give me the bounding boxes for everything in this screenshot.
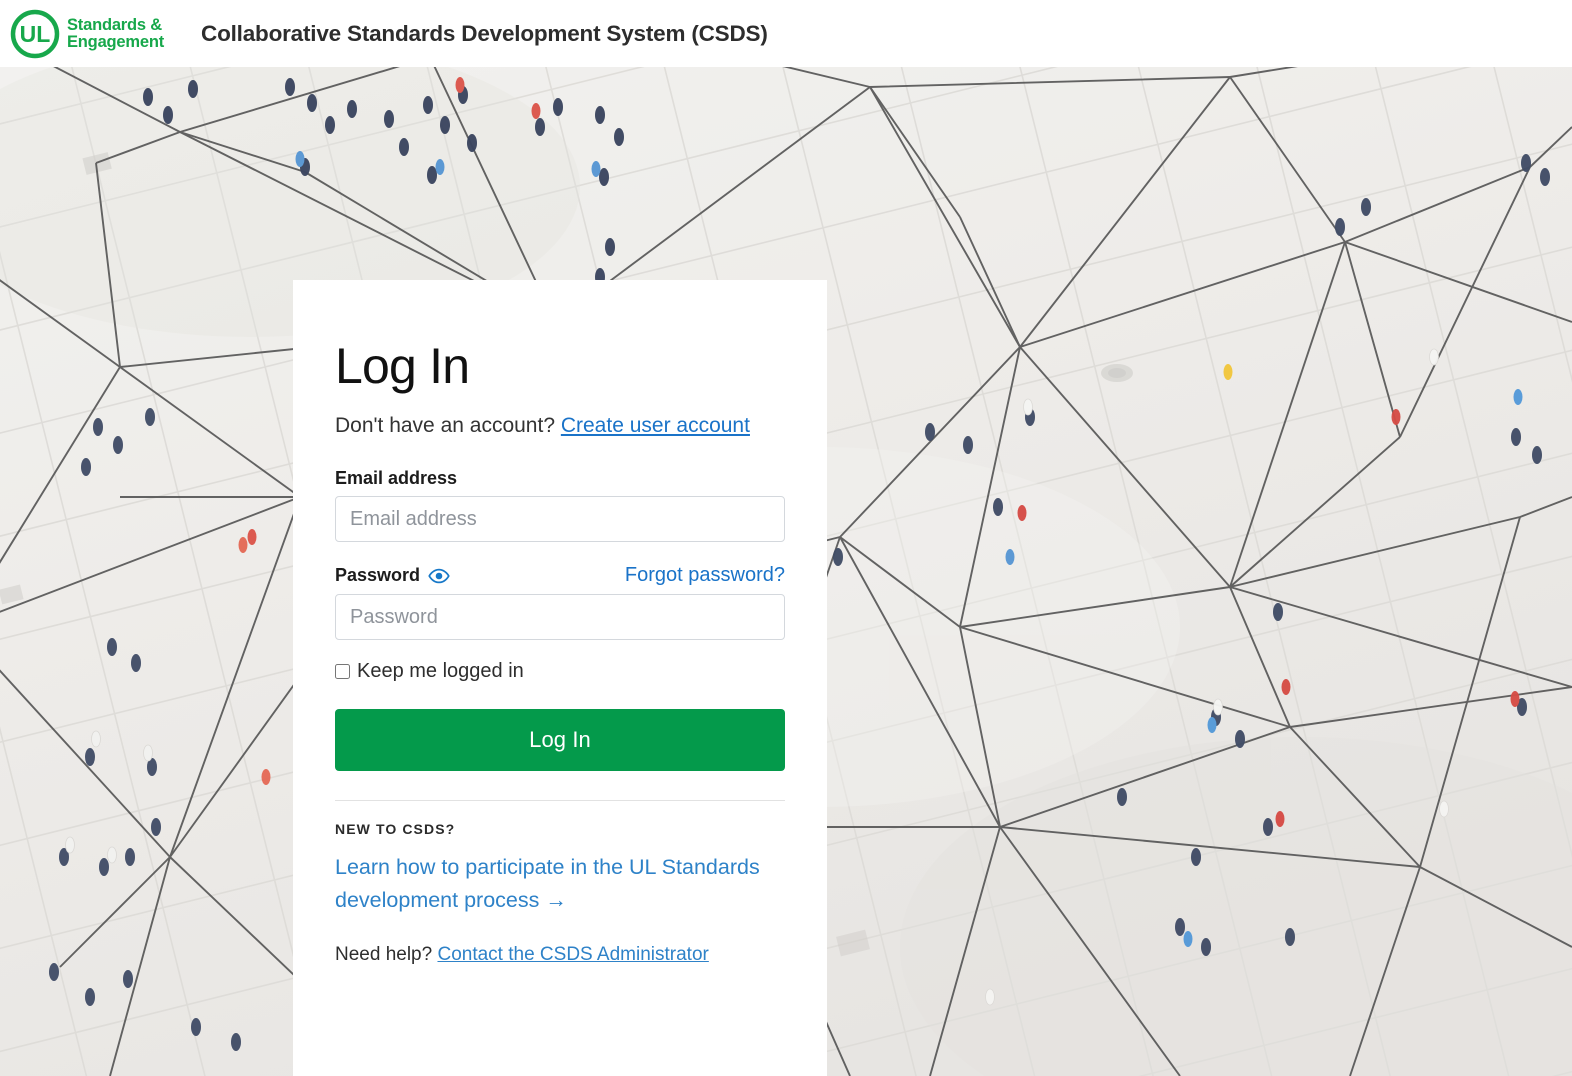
card-divider bbox=[335, 800, 785, 802]
svg-text:UL: UL bbox=[20, 21, 51, 47]
keep-logged-in-label[interactable]: Keep me logged in bbox=[357, 660, 524, 683]
password-field-group: Password Forgot password? bbox=[335, 564, 785, 641]
ul-wordmark-line1: Standards & bbox=[67, 15, 162, 34]
password-label-row: Password Forgot password? bbox=[335, 564, 785, 587]
ul-logo[interactable]: UL Standards & Engagement bbox=[10, 9, 164, 59]
signup-prompt-text: Don't have an account? bbox=[335, 413, 561, 437]
app-header: UL Standards & Engagement Collaborative … bbox=[0, 0, 1572, 67]
ul-wordmark-line2: Engagement bbox=[67, 32, 165, 51]
create-user-account-link[interactable]: Create user account bbox=[561, 414, 750, 437]
ul-wordmark: Standards & Engagement bbox=[67, 15, 165, 51]
email-field-group: Email address bbox=[335, 468, 785, 543]
login-card: Log In Don't have an account? Create use… bbox=[293, 280, 827, 1076]
contact-csds-administrator-link[interactable]: Contact the CSDS Administrator bbox=[437, 944, 708, 965]
password-input[interactable] bbox=[335, 594, 785, 641]
keep-logged-in-checkbox[interactable] bbox=[335, 664, 350, 680]
signup-prompt: Don't have an account? Create user accou… bbox=[335, 409, 785, 443]
new-to-csds-heading: NEW TO CSDS? bbox=[335, 821, 456, 838]
keep-logged-in-row: Keep me logged in bbox=[335, 660, 785, 683]
log-in-button[interactable]: Log In bbox=[335, 709, 785, 772]
forgot-password-link[interactable]: Forgot password? bbox=[625, 564, 785, 587]
app-title: Collaborative Standards Development Syst… bbox=[201, 20, 768, 46]
email-label: Email address bbox=[335, 468, 458, 489]
password-label: Password bbox=[335, 565, 421, 586]
need-help-prompt: Need help? bbox=[335, 943, 438, 965]
need-help-line: Need help? Contact the CSDS Administrato… bbox=[335, 944, 785, 966]
eye-icon[interactable] bbox=[428, 568, 450, 584]
ul-circle-logo-icon: UL bbox=[10, 9, 60, 58]
eye-icon-glyph bbox=[428, 568, 450, 583]
email-input[interactable] bbox=[335, 496, 785, 543]
learn-how-to-participate-link[interactable]: Learn how to participate in the UL Stand… bbox=[335, 851, 785, 918]
page-title: Log In bbox=[335, 338, 470, 394]
